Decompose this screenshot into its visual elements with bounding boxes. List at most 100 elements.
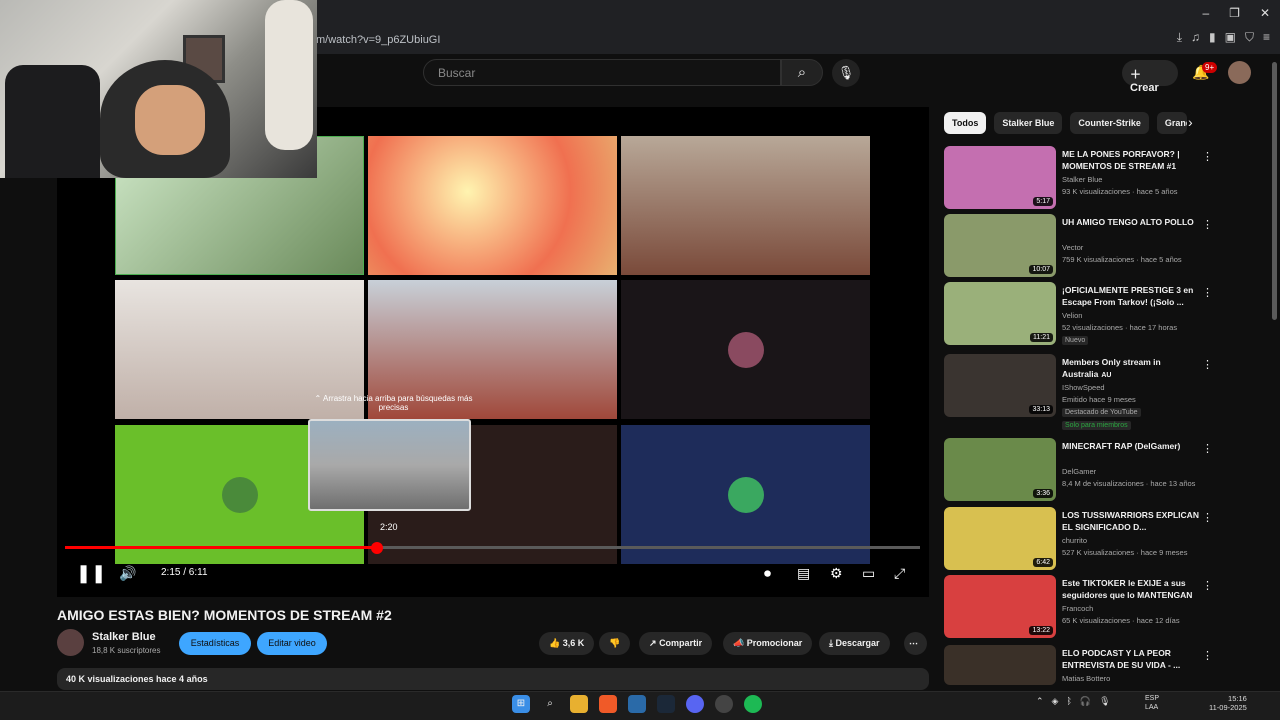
video-thumbnail[interactable]: 10:07 (944, 214, 1056, 277)
close-icon[interactable]: ✕ (1260, 6, 1270, 20)
chip-stalker-blue[interactable]: Stalker Blue (994, 112, 1063, 134)
more-options-icon[interactable]: ⋮ (1202, 649, 1213, 662)
channel-name[interactable]: Stalker Blue (92, 631, 156, 643)
recommendation-channel[interactable]: Francoch (1062, 604, 1093, 613)
video-thumbnail[interactable]: 6:42 (944, 507, 1056, 570)
fullscreen-icon[interactable]: ⤢ (894, 565, 905, 582)
chevron-up-icon[interactable]: ⌃ (1036, 696, 1044, 707)
recommendation-item[interactable]: 6:42 LOS TUSSIWARRIORS EXPLICAN EL SIGNIF… (944, 507, 1264, 571)
subtitles-icon[interactable]: ▤ (797, 565, 810, 582)
recommendation-title[interactable]: LOS TUSSIWARRIORS EXPLICAN EL SIGNIFICAD… (1062, 509, 1202, 533)
tray-app-icon[interactable]: ◈ (1052, 696, 1059, 707)
language-indicator[interactable]: ESP LAA (1145, 694, 1159, 712)
promote-button[interactable]: 📣 Promocionar (723, 632, 813, 655)
stream-tile (621, 136, 870, 275)
like-button[interactable]: 👍 3,6 K (539, 632, 595, 655)
recommendation-item[interactable]: 3:36 MINECRAFT RAP (DelGamer) DelGamer 8,4 … (944, 438, 1264, 502)
recommendation-item[interactable]: 5:17 ME LA PONES PORFAVOR? | MOMENTOS DE … (944, 146, 1264, 210)
progress-bar[interactable] (65, 541, 920, 554)
minimize-icon[interactable]: – (1202, 6, 1209, 20)
pause-icon[interactable]: ❚❚ (76, 563, 106, 584)
more-options-icon[interactable]: ⋮ (1202, 442, 1213, 455)
file-explorer-icon[interactable] (570, 695, 588, 713)
sidebar-icon[interactable]: ▮ (1209, 30, 1216, 45)
chip-counter-strike[interactable]: Counter-Strike (1070, 112, 1149, 134)
recommendation-channel[interactable]: Vector (1062, 243, 1083, 252)
more-options-icon[interactable]: ⋮ (1202, 218, 1213, 231)
recommendation-item[interactable]: 11:21 ¡OFICIALMENTE PRESTIGE 3 en Escape … (944, 282, 1264, 346)
steam-icon[interactable] (657, 695, 675, 713)
video-player[interactable] (57, 107, 929, 597)
more-options-icon[interactable]: ⋮ (1202, 286, 1213, 299)
progress-scrubber[interactable] (371, 541, 384, 554)
video-thumbnail[interactable]: 33:13 (944, 354, 1056, 417)
channel-avatar[interactable] (57, 629, 84, 656)
video-thumbnail[interactable]: 5:17 (944, 146, 1056, 209)
video-thumbnail[interactable]: 3:36 (944, 438, 1056, 501)
video-thumbnail[interactable] (944, 645, 1056, 685)
recommendation-item[interactable]: 10:07 UH AMIGO TENGO ALTO POLLO Vector 759 … (944, 214, 1264, 278)
recommendation-title[interactable]: ME LA PONES PORFAVOR? | MOMENTOS DE STRE… (1062, 148, 1202, 172)
start-icon[interactable]: ⊞ (512, 695, 530, 713)
share-button[interactable]: ↗ Compartir (639, 632, 713, 655)
recommendation-item[interactable]: 33:13 Members Only stream in Australia AU I… (944, 354, 1264, 430)
video-thumbnail[interactable]: 13:22 (944, 575, 1056, 638)
discord-icon[interactable] (686, 695, 704, 713)
recommendation-title[interactable]: ELO PODCAST Y LA PEOR ENTREVISTA DE SU V… (1062, 647, 1202, 671)
spotify-icon[interactable] (744, 695, 762, 713)
video-thumbnail[interactable]: 11:21 (944, 282, 1056, 345)
more-options-icon[interactable]: ⋮ (1202, 579, 1213, 592)
brave-icon[interactable] (599, 695, 617, 713)
clock-time: 15:16 (1228, 694, 1247, 703)
recommendation-title[interactable]: UH AMIGO TENGO ALTO POLLO (1062, 216, 1202, 228)
photos-icon[interactable] (628, 695, 646, 713)
chevron-right-icon[interactable]: › (1188, 114, 1193, 130)
settings-icon[interactable]: ⚙ (830, 565, 843, 582)
recommendation-channel[interactable]: Matias Bottero (1062, 674, 1110, 683)
menu-icon[interactable]: ≡ (1263, 30, 1270, 45)
chip-all[interactable]: Todos (944, 112, 987, 134)
obs-icon[interactable] (715, 695, 733, 713)
volume-icon[interactable]: 🔊 (119, 565, 136, 582)
download-button[interactable]: ⤓ Descargar (819, 632, 890, 655)
account-avatar[interactable] (1228, 61, 1251, 84)
search-button[interactable]: ⌕ (781, 59, 823, 86)
more-options-icon[interactable]: ⋮ (1202, 511, 1213, 524)
more-options-icon[interactable]: ⋮ (1202, 358, 1213, 371)
recommendation-channel[interactable]: IShowSpeed (1062, 383, 1105, 392)
search-taskbar-icon[interactable]: ⌕ (541, 695, 559, 713)
mic-tray-icon[interactable]: 🎙 (1099, 696, 1110, 707)
music-icon[interactable]: ♫ (1191, 30, 1200, 45)
recommendation-title[interactable]: Este TIKTOKER le EXIJE a sus seguidores … (1062, 577, 1202, 601)
headset-icon[interactable]: 🎧 (1080, 696, 1091, 707)
create-button[interactable]: ＋ Crear (1122, 60, 1178, 94)
recommendation-channel[interactable]: Stalker Blue (1062, 175, 1102, 184)
wallet-icon[interactable]: ▣ (1225, 30, 1236, 45)
bluetooth-icon[interactable]: ᛒ (1066, 696, 1071, 707)
autoplay-toggle-icon[interactable]: ⏺ (764, 565, 771, 582)
download-icon[interactable]: ⤓ (1177, 30, 1182, 45)
clock[interactable]: 15:16 11-09-2025 (1209, 694, 1247, 712)
recommendation-title[interactable]: ¡OFICIALMENTE PRESTIGE 3 en Escape From … (1062, 284, 1202, 308)
recommendation-channel[interactable]: churrito (1062, 536, 1087, 545)
dislike-button[interactable]: 👎 (599, 632, 631, 655)
recommendation-meta: 8,4 M de visualizaciones · hace 13 años (1062, 479, 1196, 488)
description-box[interactable]: 40 K visualizaciones hace 4 años (57, 668, 929, 690)
recommendation-channel[interactable]: Velion (1062, 311, 1082, 320)
search-input[interactable]: Buscar (423, 59, 781, 86)
recommendation-title[interactable]: MINECRAFT RAP (DelGamer) (1062, 440, 1202, 452)
recommendation-channel[interactable]: DelGamer (1062, 467, 1096, 476)
voice-search-button[interactable]: 🎙 (832, 59, 860, 87)
edit-video-button[interactable]: Editar video (257, 632, 327, 655)
chip-grand[interactable]: Grand (1156, 112, 1187, 134)
stats-button[interactable]: Estadísticas (179, 632, 251, 655)
restore-icon[interactable]: ❐ (1229, 6, 1240, 20)
theater-mode-icon[interactable]: ▭ (862, 565, 875, 582)
vpn-icon[interactable]: ⛉ (1245, 30, 1254, 45)
more-actions-button[interactable]: ⋯ (904, 632, 927, 655)
recommendation-item[interactable]: 13:22 Este TIKTOKER le EXIJE a sus seguid… (944, 575, 1264, 639)
more-options-icon[interactable]: ⋮ (1202, 150, 1213, 163)
page-scrollbar[interactable] (1272, 62, 1277, 320)
recommendation-title[interactable]: Members Only stream in Australia AU (1062, 356, 1202, 382)
address-bar[interactable]: m/watch?v=9_p6ZUbiuGI (300, 29, 1000, 51)
